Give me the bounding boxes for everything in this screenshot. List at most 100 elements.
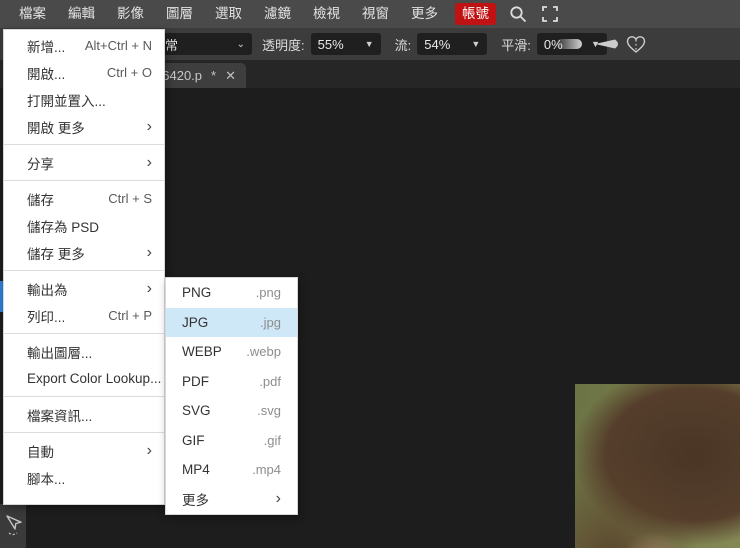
- export-format-item[interactable]: 更多 ›: [166, 485, 297, 514]
- file-menu-item[interactable]: 儲存 Ctrl + S: [4, 185, 164, 212]
- export-format-label: PNG: [182, 285, 212, 301]
- menubar-item-5[interactable]: 選取: [204, 0, 253, 28]
- dropdown-arrow-icon: ▼: [364, 39, 374, 49]
- export-format-label: PDF: [182, 373, 209, 389]
- pressure-icons: [556, 38, 622, 50]
- menu-item-shortcut: Ctrl + O: [106, 65, 152, 80]
- main-menubar: 檔案 編輯 影像 圖層 選取 濾鏡 檢視 視窗 更多 帳號: [0, 0, 740, 28]
- menu-divider: [4, 270, 164, 271]
- file-menu-item[interactable]: 儲存 更多 ›: [4, 239, 164, 266]
- export-format-item[interactable]: MP4 .mp4: [166, 455, 297, 484]
- menu-item-label: 開啟...: [27, 66, 66, 82]
- file-menu-items: 新增... Alt+Ctrl + N 開啟... Ctrl + O 打開並置入... 開啟…: [4, 32, 164, 491]
- menu-item-label: 腳本...: [27, 471, 66, 487]
- export-format-label: JPG: [182, 314, 209, 330]
- export-format-item[interactable]: WEBP .webp: [166, 337, 297, 366]
- search-icon[interactable]: [507, 3, 529, 25]
- option-field-value: 55%: [317, 36, 344, 52]
- pressure-opacity-icon[interactable]: [556, 39, 582, 49]
- file-menu-item[interactable]: 列印... Ctrl + P: [4, 302, 164, 329]
- export-format-item[interactable]: GIF .gif: [166, 426, 297, 455]
- menubar-item-1[interactable]: 檔案: [8, 0, 57, 28]
- file-menu-item[interactable]: 分享 ›: [4, 149, 164, 176]
- menu-item-label: 儲存: [27, 192, 54, 208]
- menu-divider: [4, 333, 164, 334]
- option-field-label: 流:: [394, 37, 412, 53]
- menubar-item-4[interactable]: 圖層: [155, 0, 204, 28]
- file-menu-item[interactable]: 打開並置入...: [4, 86, 164, 113]
- file-menu-item[interactable]: 開啟 更多 ›: [4, 113, 164, 140]
- export-format-label: MP4: [182, 462, 210, 478]
- menubar-item-3[interactable]: 影像: [106, 0, 155, 28]
- menu-item-label: 自動: [27, 444, 54, 460]
- submenu-arrow-icon: ›: [146, 117, 152, 135]
- menu-item-label: 分享: [27, 156, 54, 172]
- export-format-extension: .pdf: [259, 373, 281, 389]
- menu-item-label: 儲存為 PSD: [27, 219, 100, 235]
- submenu-arrow-icon: ›: [146, 441, 152, 459]
- option-field-value: 54%: [424, 36, 451, 52]
- chevron-down-icon: ⌄: [236, 38, 245, 50]
- menu-item-shortcut: Alt+Ctrl + N: [84, 38, 152, 53]
- menu-divider: [4, 144, 164, 145]
- export-format-extension: .svg: [257, 403, 281, 419]
- heart-icon[interactable]: [624, 32, 648, 56]
- export-format-label: GIF: [182, 432, 205, 448]
- file-menu-item[interactable]: 自動 ›: [4, 437, 164, 464]
- tab-close-icon[interactable]: ✕: [225, 68, 236, 84]
- option-field-input[interactable]: 55% ▼: [310, 33, 381, 55]
- menubar-item-6[interactable]: 濾鏡: [253, 0, 302, 28]
- menubar-items: 檔案 編輯 影像 圖層 選取 濾鏡 檢視 視窗 更多 帳號: [0, 0, 502, 28]
- export-format-extension: .jpg: [260, 314, 281, 330]
- menu-item-label: 列印...: [27, 309, 66, 325]
- file-menu-item[interactable]: 開啟... Ctrl + O: [4, 59, 164, 86]
- file-menu-item[interactable]: 儲存為 PSD: [4, 212, 164, 239]
- menubar-item-10[interactable]: 帳號: [455, 3, 496, 25]
- menubar-item-2[interactable]: 編輯: [57, 0, 106, 28]
- menubar-item-9[interactable]: 更多: [400, 0, 449, 28]
- option-field-2: 流: 54% ▼: [395, 33, 488, 55]
- export-format-label: 更多: [182, 493, 209, 508]
- export-format-item[interactable]: PNG .png: [166, 278, 297, 307]
- fullscreen-icon[interactable]: [539, 3, 561, 25]
- menubar-item-7[interactable]: 檢視: [302, 0, 351, 28]
- menu-item-label: 儲存 更多: [27, 246, 85, 262]
- menu-item-label: 開啟 更多: [27, 120, 85, 136]
- export-format-label: WEBP: [182, 344, 222, 360]
- export-submenu: PNG .png JPG .jpg WEBP .webp PDF .pdf SVG .svg GIF…: [165, 277, 298, 515]
- file-menu-item[interactable]: 新增... Alt+Ctrl + N: [4, 32, 164, 59]
- menu-item-label: 打開並置入...: [27, 93, 106, 109]
- export-format-item[interactable]: JPG .jpg: [166, 307, 297, 337]
- left-toolbar[interactable]: [0, 504, 26, 548]
- tab-title: 6420.p: [162, 68, 203, 83]
- menubar-item-8[interactable]: 視窗: [351, 0, 400, 28]
- export-format-extension: .gif: [263, 432, 281, 448]
- option-field-label: 平滑:: [501, 37, 531, 53]
- menu-divider: [4, 432, 164, 433]
- menu-item-label: 輸出為: [27, 282, 68, 298]
- menu-item-label: 檔案資訊...: [27, 408, 93, 424]
- export-format-label: SVG: [182, 403, 211, 419]
- submenu-arrow-icon: ›: [146, 243, 152, 261]
- submenu-arrow-icon: ›: [146, 279, 152, 297]
- file-menu-item[interactable]: 腳本...: [4, 464, 164, 491]
- dropdown-arrow-icon: ▼: [471, 39, 481, 49]
- file-menu-item[interactable]: Export Color Lookup...: [4, 365, 164, 392]
- menu-item-label: Export Color Lookup...: [27, 371, 162, 386]
- document-photo[interactable]: [575, 384, 740, 548]
- option-field-label: 透明度:: [262, 37, 305, 53]
- option-field-input[interactable]: 54% ▼: [417, 33, 488, 55]
- submenu-arrow-icon: ›: [275, 490, 281, 507]
- pressure-size-icon[interactable]: [594, 38, 622, 50]
- file-menu-item[interactable]: 輸出圖層...: [4, 338, 164, 365]
- export-format-item[interactable]: PDF .pdf: [166, 367, 297, 396]
- submenu-arrow-icon: ›: [146, 153, 152, 171]
- tab-modified-indicator: *: [211, 68, 217, 83]
- file-menu: 新增... Alt+Ctrl + N 開啟... Ctrl + O 打開並置入... 開啟…: [3, 29, 165, 505]
- menu-item-label: 新增...: [27, 39, 66, 55]
- export-format-item[interactable]: SVG .svg: [166, 396, 297, 425]
- file-menu-item[interactable]: 輸出為 ›: [4, 275, 164, 302]
- export-format-extension: .png: [255, 285, 281, 301]
- file-menu-item[interactable]: 檔案資訊...: [4, 401, 164, 428]
- menu-item-shortcut: Ctrl + P: [108, 308, 152, 323]
